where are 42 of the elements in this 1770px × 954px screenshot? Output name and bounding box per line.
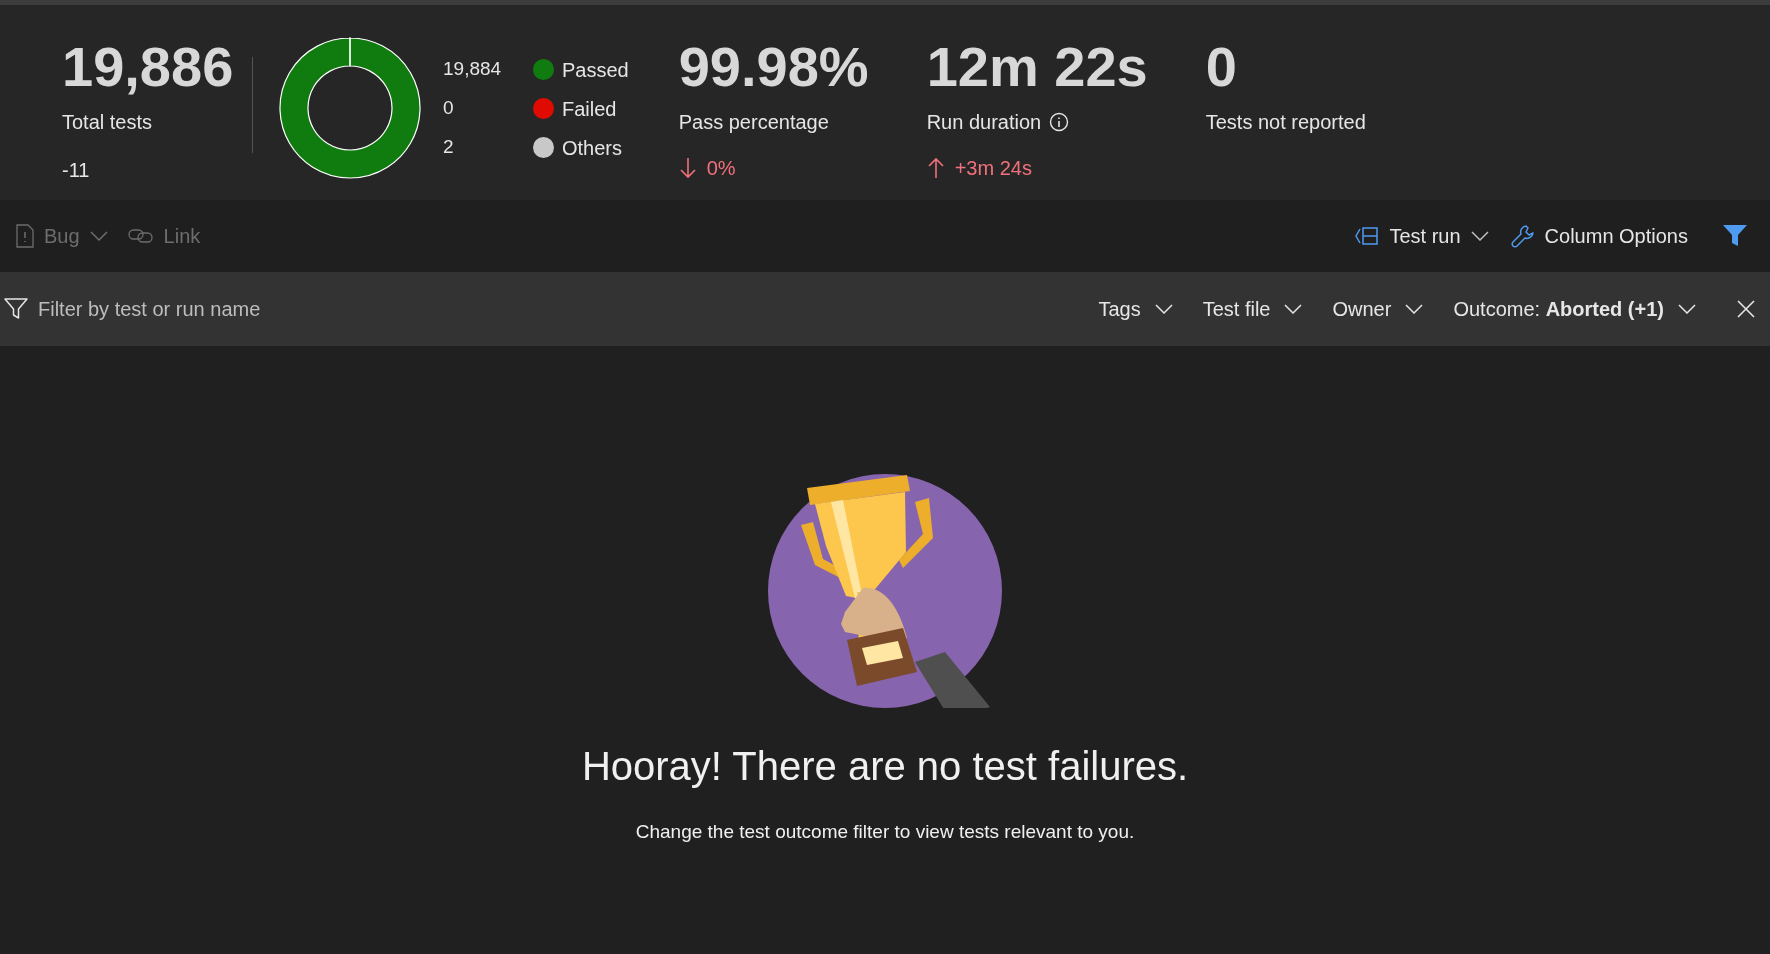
metric-label: Pass percentage bbox=[678, 110, 829, 135]
filter-search-field[interactable]: Filter by test or run name bbox=[4, 294, 404, 324]
column-options-button[interactable]: Column Options bbox=[1510, 221, 1688, 251]
metric-label: Tests not reported bbox=[1205, 110, 1366, 135]
metric-value: 0 bbox=[1205, 35, 1238, 99]
filter-icon bbox=[4, 297, 28, 321]
filter-dropdown-button[interactable]: Tags bbox=[1098, 294, 1173, 324]
metric-value: 12m 22s bbox=[926, 35, 1148, 99]
close-button[interactable] bbox=[1736, 299, 1756, 319]
legend-count: 2 bbox=[443, 135, 455, 160]
metric-value: 99.98% bbox=[678, 35, 869, 99]
total-tests-value: 19,886 bbox=[62, 35, 235, 99]
chevron-down-icon bbox=[1470, 231, 1489, 241]
filter-dropdown-button[interactable]: Outcome: Aborted (+1) bbox=[1453, 294, 1696, 324]
metric-label: Run duration bbox=[926, 110, 1042, 135]
wrench-icon bbox=[1510, 224, 1535, 248]
chevron-down-icon bbox=[1678, 304, 1696, 314]
total-tests-label: Total tests bbox=[62, 110, 154, 135]
legend-count: 0 bbox=[443, 96, 455, 121]
filter-dropdown-button[interactable]: Owner bbox=[1332, 294, 1424, 324]
empty-state-message: Change the test outcome filter to view tests relevant to you. bbox=[635, 820, 1135, 844]
metric-change: 0% bbox=[706, 156, 736, 181]
chevron-down-icon bbox=[1284, 304, 1303, 314]
arrow-up-icon bbox=[926, 157, 945, 179]
filter-icon bbox=[1722, 224, 1748, 248]
chevron-down-icon bbox=[1405, 304, 1424, 314]
total-tests-change: -11 bbox=[62, 158, 91, 183]
metric-change: +3m 24s bbox=[954, 156, 1032, 181]
document-icon bbox=[16, 224, 34, 248]
legend-label: Failed bbox=[562, 96, 617, 122]
legend-count: 19,884 bbox=[443, 57, 503, 82]
close-icon bbox=[1736, 299, 1756, 319]
empty-state-title: Hooray! There are no test failures. bbox=[581, 743, 1189, 790]
legend-label: Others bbox=[562, 135, 623, 161]
list-icon bbox=[1355, 226, 1380, 246]
filter-dropdown-button[interactable]: Test file bbox=[1202, 294, 1303, 324]
link-icon bbox=[127, 228, 154, 244]
legend-label: Passed bbox=[562, 57, 629, 83]
test-run-dropdown-button[interactable]: Test run bbox=[1355, 221, 1489, 251]
arrow-down-icon bbox=[678, 157, 697, 179]
chevron-down-icon bbox=[1154, 304, 1173, 314]
chevron-down-icon bbox=[89, 231, 108, 241]
